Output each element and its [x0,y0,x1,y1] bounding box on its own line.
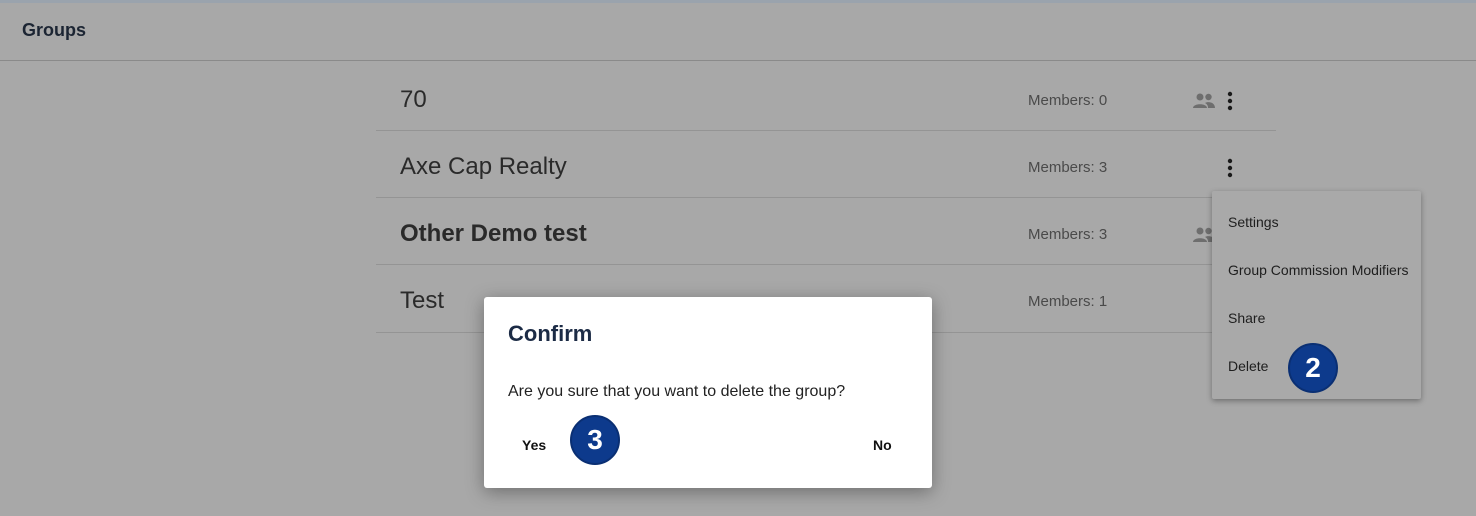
page-header: Groups [0,3,1476,61]
menu-item-settings[interactable]: Settings [1228,214,1279,230]
group-members-count: Members: 0 [1028,92,1108,109]
more-vert-icon[interactable] [1222,157,1238,179]
dialog-title: Confirm [508,321,593,346]
step-badge-2: 2 [1288,343,1338,393]
group-row[interactable]: 70 Members: 0 [376,64,1276,131]
group-icon[interactable] [1192,92,1216,110]
group-members-count: Members: 3 [1028,159,1108,176]
group-name[interactable]: 70 [400,86,427,114]
group-name[interactable]: Other Demo test [400,220,587,248]
group-members-count: Members: 3 [1028,226,1108,243]
menu-item-group-commission-modifiers[interactable]: Group Commission Modifiers [1228,262,1409,278]
dialog-message: Are you sure that you want to delete the… [508,383,846,400]
group-name[interactable]: Test [400,287,444,315]
yes-button[interactable]: Yes [522,437,546,453]
group-row[interactable]: Axe Cap Realty Members: 3 [376,131,1276,198]
group-name[interactable]: Axe Cap Realty [400,153,567,181]
step-badge-3: 3 [570,415,620,465]
group-members-count: Members: 1 [1028,293,1108,310]
page-title: Groups [22,20,87,40]
menu-item-delete[interactable]: Delete [1228,358,1268,374]
group-list: 70 Members: 0 Axe Cap Realty Members: 3 … [376,64,1276,333]
more-vert-icon[interactable] [1222,90,1238,112]
group-row[interactable]: Other Demo test Members: 3 [376,198,1276,265]
no-button[interactable]: No [873,437,892,453]
menu-item-share[interactable]: Share [1228,310,1265,326]
confirm-dialog: Confirm Are you sure that you want to de… [484,297,932,488]
